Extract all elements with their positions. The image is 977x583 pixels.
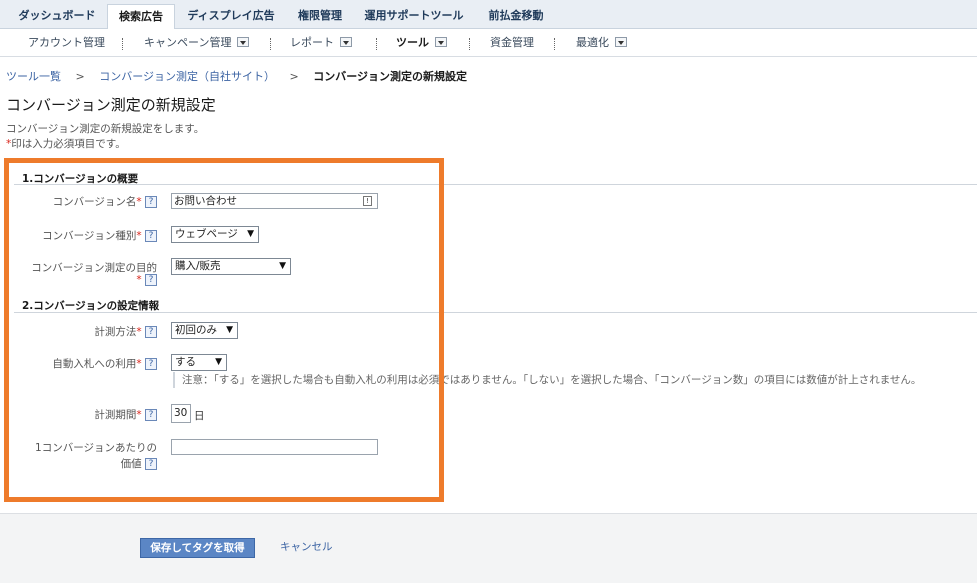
subnav-separator: [270, 38, 271, 50]
page-description: コンバージョン測定の新規設定をします。: [6, 123, 205, 135]
subnav-reports-label: レポート: [290, 36, 334, 49]
breadcrumb-current: コンバージョン測定の新規設定: [313, 70, 467, 83]
page-title: コンバージョン測定の新規設定: [6, 96, 216, 114]
chevron-down-icon[interactable]: [615, 37, 627, 47]
subnav-tools-label: ツール: [396, 36, 429, 49]
subnav-account-management[interactable]: アカウント管理: [28, 35, 105, 51]
tab-prepayment-transfer[interactable]: 前払金移動: [475, 4, 557, 29]
sub-navigation: アカウント管理 キャンペーン管理 レポート ツール 資金管理 最適化: [0, 29, 977, 57]
form-footer: 保存してタグを取得 キャンセル: [0, 513, 977, 583]
breadcrumb-tools-list[interactable]: ツール一覧: [6, 70, 61, 83]
subnav-optimization[interactable]: 最適化: [576, 35, 627, 51]
required-note: *印は入力必須項目です。: [6, 136, 126, 151]
tab-support-tools[interactable]: 運用サポートツール: [354, 4, 474, 29]
subnav-separator: [122, 38, 123, 50]
subnav-campaign-management[interactable]: キャンペーン管理: [144, 35, 250, 51]
subnav-separator: [376, 38, 377, 50]
breadcrumb-conversion-measurement[interactable]: コンバージョン測定（自社サイト）: [99, 70, 275, 83]
tab-permissions[interactable]: 権限管理: [287, 4, 353, 29]
breadcrumb: ツール一覧 > コンバージョン測定（自社サイト） > コンバージョン測定の新規設…: [6, 68, 467, 84]
breadcrumb-arrow: >: [289, 70, 299, 83]
required-note-text: 印は入力必須項目です。: [11, 138, 126, 150]
tab-dashboard[interactable]: ダッシュボード: [8, 4, 106, 29]
chevron-down-icon[interactable]: [237, 37, 250, 47]
chevron-down-icon[interactable]: [340, 37, 352, 47]
subnav-reports[interactable]: レポート: [290, 35, 352, 51]
subnav-separator: [554, 38, 555, 50]
chevron-down-icon[interactable]: [435, 37, 447, 47]
subnav-separator: [469, 38, 470, 50]
cancel-link[interactable]: キャンセル: [280, 539, 333, 554]
subnav-optimization-label: 最適化: [576, 36, 609, 49]
subnav-funds-management[interactable]: 資金管理: [490, 35, 534, 51]
highlight-frame: [4, 158, 444, 502]
subnav-campaign-label: キャンペーン管理: [144, 36, 232, 49]
subnav-tools[interactable]: ツール: [396, 35, 447, 51]
top-navigation: ダッシュボード 検索広告 ディスプレイ広告 権限管理 運用サポートツール 前払金…: [0, 0, 977, 30]
tab-search-ads[interactable]: 検索広告: [107, 4, 175, 30]
save-and-get-tag-button[interactable]: 保存してタグを取得: [140, 538, 255, 558]
tab-display-ads[interactable]: ディスプレイ広告: [176, 4, 286, 29]
breadcrumb-arrow: >: [75, 70, 85, 83]
